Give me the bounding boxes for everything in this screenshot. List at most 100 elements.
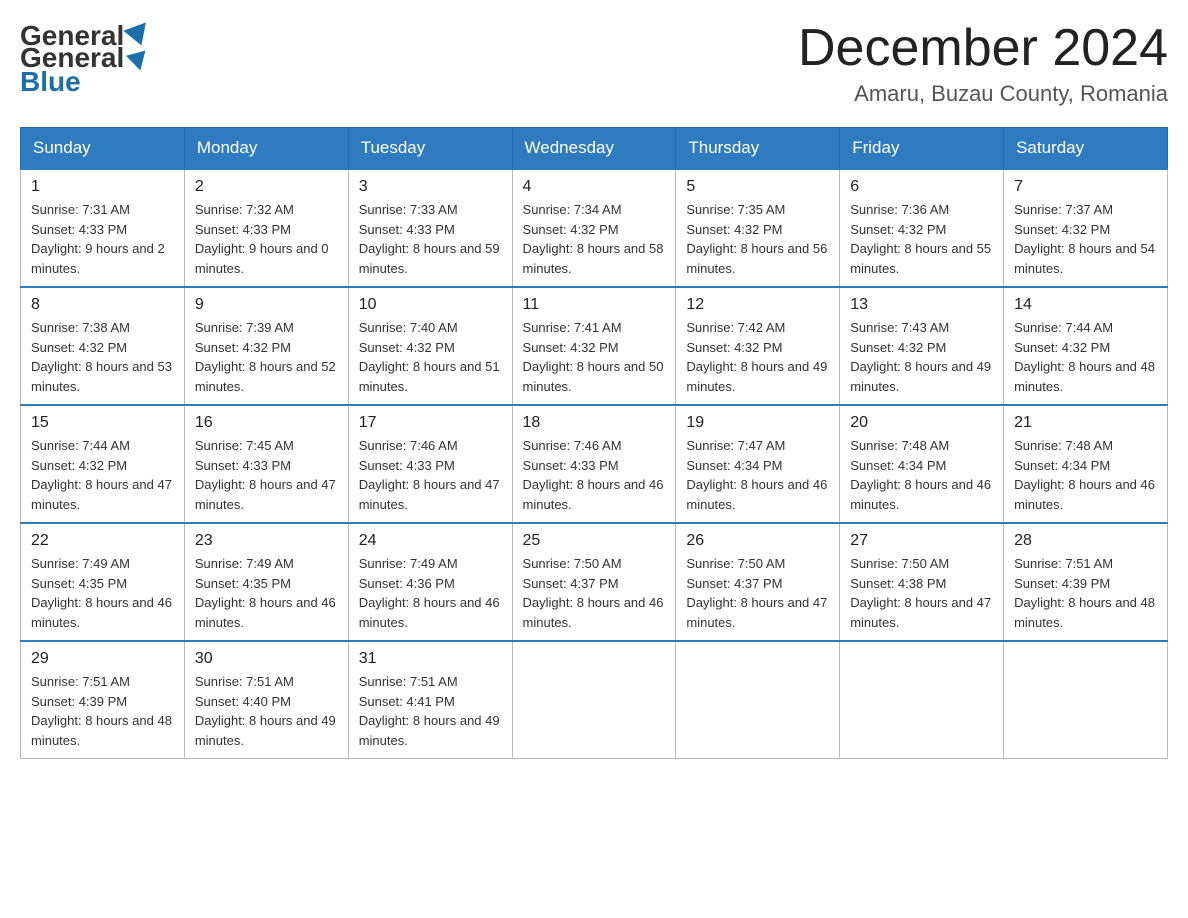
day-info: Sunrise: 7:41 AM Sunset: 4:32 PM Dayligh… <box>523 318 666 396</box>
calendar-cell: 29 Sunrise: 7:51 AM Sunset: 4:39 PM Dayl… <box>21 641 185 759</box>
day-number: 2 <box>195 178 338 196</box>
location-title: Amaru, Buzau County, Romania <box>798 81 1168 107</box>
day-info: Sunrise: 7:51 AM Sunset: 4:40 PM Dayligh… <box>195 672 338 750</box>
day-number: 14 <box>1014 296 1157 314</box>
day-info: Sunrise: 7:51 AM Sunset: 4:41 PM Dayligh… <box>359 672 502 750</box>
day-info: Sunrise: 7:51 AM Sunset: 4:39 PM Dayligh… <box>1014 554 1157 632</box>
day-info: Sunrise: 7:34 AM Sunset: 4:32 PM Dayligh… <box>523 200 666 278</box>
calendar-cell: 14 Sunrise: 7:44 AM Sunset: 4:32 PM Dayl… <box>1004 287 1168 405</box>
calendar-cell <box>840 641 1004 759</box>
day-info: Sunrise: 7:40 AM Sunset: 4:32 PM Dayligh… <box>359 318 502 396</box>
day-info: Sunrise: 7:42 AM Sunset: 4:32 PM Dayligh… <box>686 318 829 396</box>
day-info: Sunrise: 7:44 AM Sunset: 4:32 PM Dayligh… <box>1014 318 1157 396</box>
day-number: 1 <box>31 178 174 196</box>
day-number: 18 <box>523 414 666 432</box>
day-info: Sunrise: 7:46 AM Sunset: 4:33 PM Dayligh… <box>523 436 666 514</box>
calendar-cell: 23 Sunrise: 7:49 AM Sunset: 4:35 PM Dayl… <box>184 523 348 641</box>
calendar-cell: 18 Sunrise: 7:46 AM Sunset: 4:33 PM Dayl… <box>512 405 676 523</box>
day-info: Sunrise: 7:50 AM Sunset: 4:37 PM Dayligh… <box>686 554 829 632</box>
calendar-cell: 31 Sunrise: 7:51 AM Sunset: 4:41 PM Dayl… <box>348 641 512 759</box>
week-row-3: 15 Sunrise: 7:44 AM Sunset: 4:32 PM Dayl… <box>21 405 1168 523</box>
day-info: Sunrise: 7:33 AM Sunset: 4:33 PM Dayligh… <box>359 200 502 278</box>
day-number: 21 <box>1014 414 1157 432</box>
header-sunday: Sunday <box>21 128 185 170</box>
day-number: 26 <box>686 532 829 550</box>
calendar-cell: 9 Sunrise: 7:39 AM Sunset: 4:32 PM Dayli… <box>184 287 348 405</box>
calendar-cell: 8 Sunrise: 7:38 AM Sunset: 4:32 PM Dayli… <box>21 287 185 405</box>
calendar-cell <box>676 641 840 759</box>
logo-triangle-icon <box>126 51 150 74</box>
day-number: 6 <box>850 178 993 196</box>
header-wednesday: Wednesday <box>512 128 676 170</box>
page-header: General General Blue December 2024 Amaru… <box>20 20 1168 107</box>
calendar-cell: 6 Sunrise: 7:36 AM Sunset: 4:32 PM Dayli… <box>840 169 1004 287</box>
day-info: Sunrise: 7:46 AM Sunset: 4:33 PM Dayligh… <box>359 436 502 514</box>
calendar-cell: 17 Sunrise: 7:46 AM Sunset: 4:33 PM Dayl… <box>348 405 512 523</box>
calendar-cell <box>1004 641 1168 759</box>
day-number: 11 <box>523 296 666 314</box>
day-number: 27 <box>850 532 993 550</box>
calendar-cell: 27 Sunrise: 7:50 AM Sunset: 4:38 PM Dayl… <box>840 523 1004 641</box>
header-tuesday: Tuesday <box>348 128 512 170</box>
day-number: 16 <box>195 414 338 432</box>
week-row-4: 22 Sunrise: 7:49 AM Sunset: 4:35 PM Dayl… <box>21 523 1168 641</box>
day-number: 3 <box>359 178 502 196</box>
day-number: 29 <box>31 650 174 668</box>
day-info: Sunrise: 7:45 AM Sunset: 4:33 PM Dayligh… <box>195 436 338 514</box>
day-number: 12 <box>686 296 829 314</box>
day-info: Sunrise: 7:49 AM Sunset: 4:36 PM Dayligh… <box>359 554 502 632</box>
day-number: 10 <box>359 296 502 314</box>
calendar-cell: 4 Sunrise: 7:34 AM Sunset: 4:32 PM Dayli… <box>512 169 676 287</box>
day-info: Sunrise: 7:43 AM Sunset: 4:32 PM Dayligh… <box>850 318 993 396</box>
day-info: Sunrise: 7:50 AM Sunset: 4:37 PM Dayligh… <box>523 554 666 632</box>
day-info: Sunrise: 7:31 AM Sunset: 4:33 PM Dayligh… <box>31 200 174 278</box>
week-row-1: 1 Sunrise: 7:31 AM Sunset: 4:33 PM Dayli… <box>21 169 1168 287</box>
month-title: December 2024 <box>798 20 1168 77</box>
day-number: 13 <box>850 296 993 314</box>
week-row-2: 8 Sunrise: 7:38 AM Sunset: 4:32 PM Dayli… <box>21 287 1168 405</box>
day-number: 31 <box>359 650 502 668</box>
calendar-table: Sunday Monday Tuesday Wednesday Thursday… <box>20 127 1168 759</box>
week-row-5: 29 Sunrise: 7:51 AM Sunset: 4:39 PM Dayl… <box>21 641 1168 759</box>
calendar-cell: 26 Sunrise: 7:50 AM Sunset: 4:37 PM Dayl… <box>676 523 840 641</box>
calendar-cell: 24 Sunrise: 7:49 AM Sunset: 4:36 PM Dayl… <box>348 523 512 641</box>
day-number: 28 <box>1014 532 1157 550</box>
calendar-cell: 20 Sunrise: 7:48 AM Sunset: 4:34 PM Dayl… <box>840 405 1004 523</box>
day-info: Sunrise: 7:49 AM Sunset: 4:35 PM Dayligh… <box>31 554 174 632</box>
day-number: 8 <box>31 296 174 314</box>
calendar-cell: 2 Sunrise: 7:32 AM Sunset: 4:33 PM Dayli… <box>184 169 348 287</box>
calendar-cell: 21 Sunrise: 7:48 AM Sunset: 4:34 PM Dayl… <box>1004 405 1168 523</box>
calendar-cell: 7 Sunrise: 7:37 AM Sunset: 4:32 PM Dayli… <box>1004 169 1168 287</box>
day-info: Sunrise: 7:38 AM Sunset: 4:32 PM Dayligh… <box>31 318 174 396</box>
calendar-cell: 19 Sunrise: 7:47 AM Sunset: 4:34 PM Dayl… <box>676 405 840 523</box>
calendar-cell: 5 Sunrise: 7:35 AM Sunset: 4:32 PM Dayli… <box>676 169 840 287</box>
calendar-cell <box>512 641 676 759</box>
calendar-cell: 11 Sunrise: 7:41 AM Sunset: 4:32 PM Dayl… <box>512 287 676 405</box>
day-number: 24 <box>359 532 502 550</box>
calendar-cell: 15 Sunrise: 7:44 AM Sunset: 4:32 PM Dayl… <box>21 405 185 523</box>
day-info: Sunrise: 7:47 AM Sunset: 4:34 PM Dayligh… <box>686 436 829 514</box>
calendar-cell: 13 Sunrise: 7:43 AM Sunset: 4:32 PM Dayl… <box>840 287 1004 405</box>
calendar-cell: 3 Sunrise: 7:33 AM Sunset: 4:33 PM Dayli… <box>348 169 512 287</box>
header-saturday: Saturday <box>1004 128 1168 170</box>
calendar-cell: 28 Sunrise: 7:51 AM Sunset: 4:39 PM Dayl… <box>1004 523 1168 641</box>
header-friday: Friday <box>840 128 1004 170</box>
day-number: 25 <box>523 532 666 550</box>
day-number: 15 <box>31 414 174 432</box>
day-info: Sunrise: 7:51 AM Sunset: 4:39 PM Dayligh… <box>31 672 174 750</box>
logo-blue: Blue <box>20 66 81 98</box>
day-info: Sunrise: 7:36 AM Sunset: 4:32 PM Dayligh… <box>850 200 993 278</box>
day-info: Sunrise: 7:32 AM Sunset: 4:33 PM Dayligh… <box>195 200 338 278</box>
day-number: 5 <box>686 178 829 196</box>
calendar-cell: 16 Sunrise: 7:45 AM Sunset: 4:33 PM Dayl… <box>184 405 348 523</box>
day-number: 30 <box>195 650 338 668</box>
day-number: 20 <box>850 414 993 432</box>
day-info: Sunrise: 7:48 AM Sunset: 4:34 PM Dayligh… <box>850 436 993 514</box>
day-number: 4 <box>523 178 666 196</box>
calendar-cell: 1 Sunrise: 7:31 AM Sunset: 4:33 PM Dayli… <box>21 169 185 287</box>
calendar-cell: 30 Sunrise: 7:51 AM Sunset: 4:40 PM Dayl… <box>184 641 348 759</box>
day-info: Sunrise: 7:48 AM Sunset: 4:34 PM Dayligh… <box>1014 436 1157 514</box>
day-info: Sunrise: 7:37 AM Sunset: 4:32 PM Dayligh… <box>1014 200 1157 278</box>
day-number: 23 <box>195 532 338 550</box>
day-info: Sunrise: 7:35 AM Sunset: 4:32 PM Dayligh… <box>686 200 829 278</box>
